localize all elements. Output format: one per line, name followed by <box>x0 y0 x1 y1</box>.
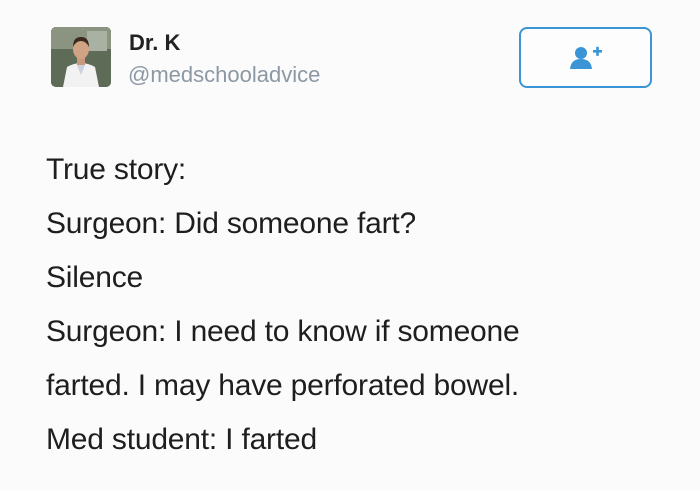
tweet-text: True story: Surgeon: Did someone fart? S… <box>46 143 686 467</box>
tweet-line: farted. I may have perforated bowel. <box>46 369 520 402</box>
user-handle[interactable]: @medschooladvice <box>128 62 320 88</box>
avatar-photo-icon <box>51 27 111 87</box>
tweet-line: Silence <box>46 261 143 294</box>
avatar[interactable] <box>51 27 111 87</box>
display-name[interactable]: Dr. K <box>129 30 180 56</box>
tweet-line: True story: <box>46 153 187 186</box>
follow-button[interactable] <box>519 27 652 88</box>
tweet-card: Dr. K @medschooladvice True story: Surge… <box>0 0 700 491</box>
follow-user-icon <box>569 45 603 71</box>
tweet-line: Surgeon: Did someone fart? <box>46 207 417 240</box>
tweet-line: Med student: I farted <box>46 423 317 456</box>
tweet-line: Surgeon: I need to know if someone <box>46 315 520 348</box>
